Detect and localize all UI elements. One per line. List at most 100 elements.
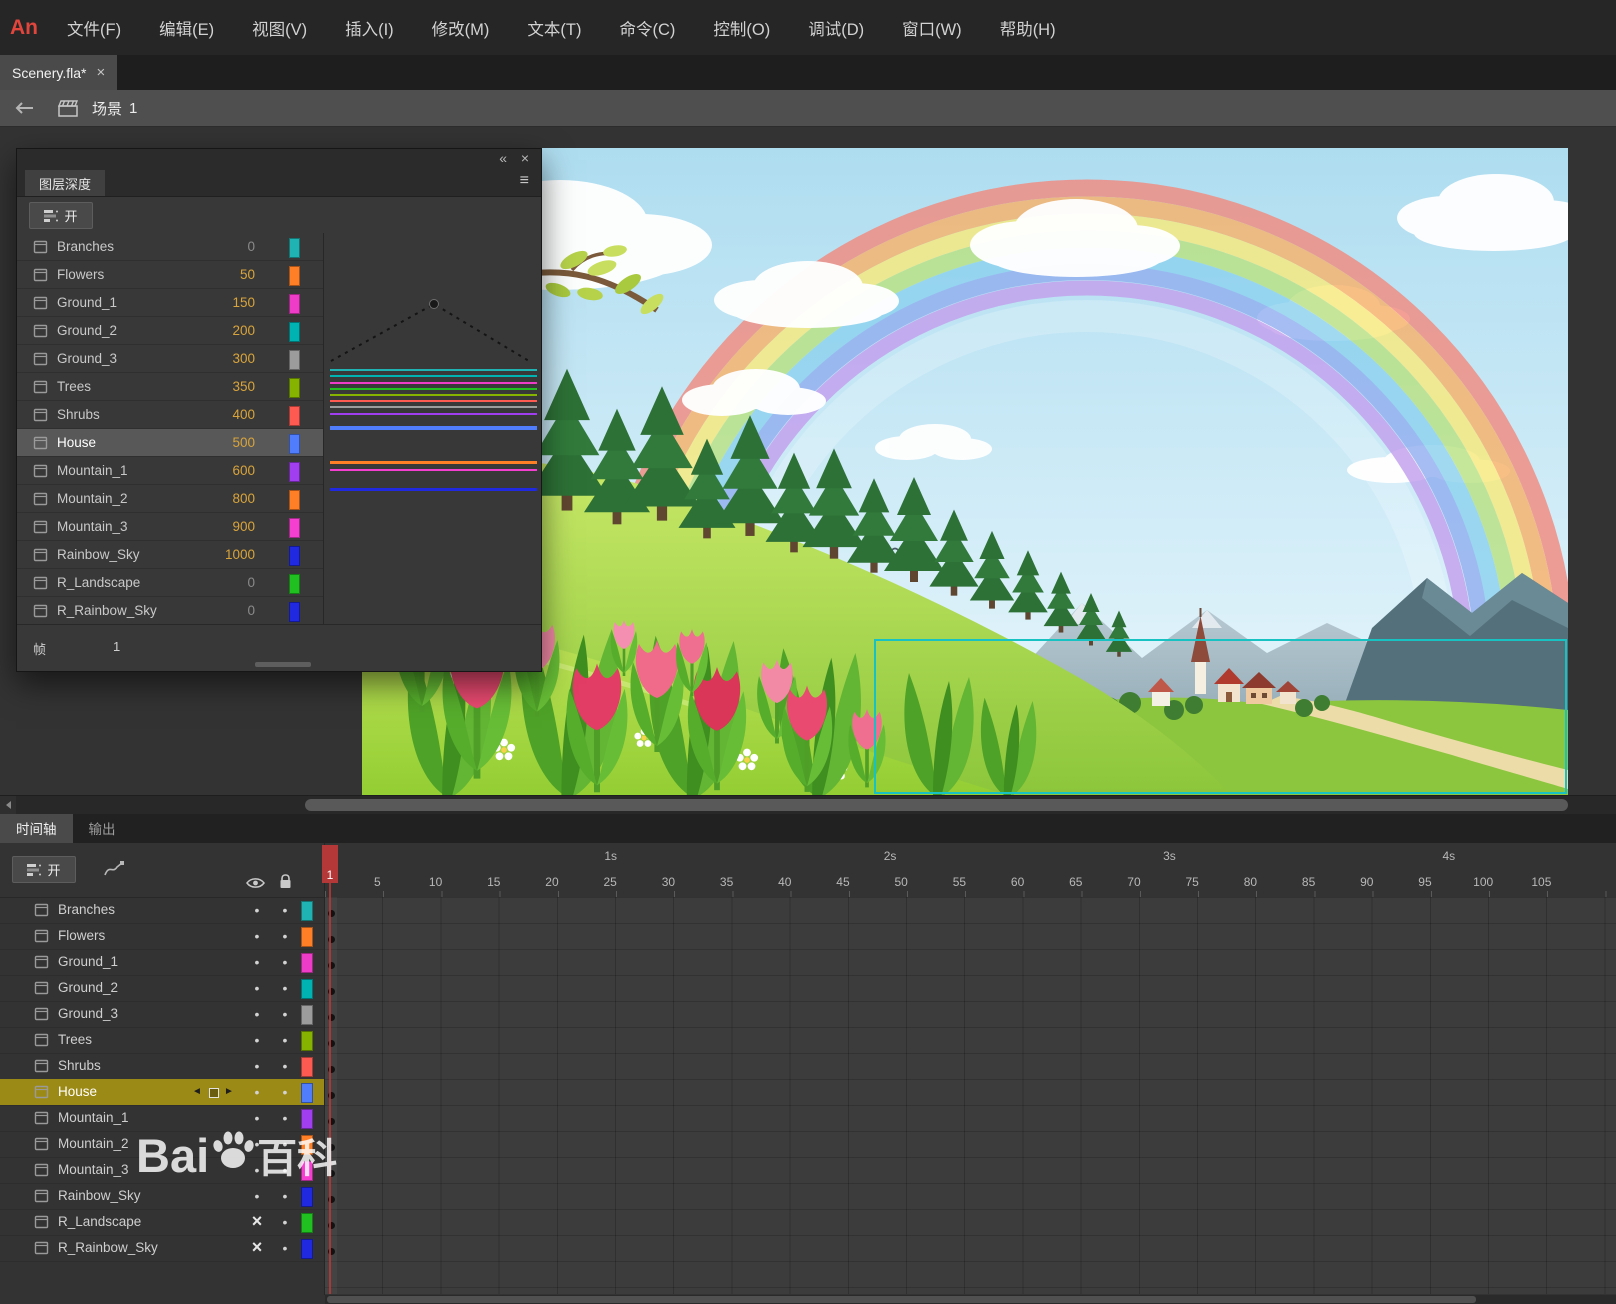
- collapse-panel-icon[interactable]: «: [499, 150, 507, 166]
- close-icon[interactable]: ×: [96, 64, 105, 81]
- stage-canvas[interactable]: [362, 148, 1568, 795]
- layer-lock-toggle[interactable]: •: [277, 1157, 293, 1183]
- layer-color-swatch[interactable]: [301, 953, 313, 973]
- layer-color-swatch[interactable]: [301, 1239, 313, 1259]
- layer-name-cell[interactable]: Mountain_3 ◄ ► • •: [0, 1157, 325, 1184]
- close-icon[interactable]: ×: [521, 150, 529, 166]
- layer-visibility-toggle[interactable]: ×: [249, 1235, 265, 1260]
- layer-name-cell[interactable]: Shrubs ◄ ► • •: [0, 1053, 325, 1080]
- layer-color-swatch[interactable]: [289, 294, 300, 314]
- layer-visibility-toggle[interactable]: •: [249, 975, 265, 1001]
- layer-name-cell[interactable]: Ground_2 ◄ ► • •: [0, 975, 325, 1002]
- panel-menu-icon[interactable]: ≡: [520, 172, 529, 190]
- depth-layer-row[interactable]: Ground_1 150: [17, 289, 323, 317]
- timeline-layer-row[interactable]: Ground_2 ◄ ► • •: [0, 975, 1616, 1001]
- timeline-tab[interactable]: 时间轴: [0, 813, 73, 843]
- layer-color-swatch[interactable]: [289, 434, 300, 454]
- scroll-left-button[interactable]: [0, 796, 16, 814]
- menu-item[interactable]: 文本(T): [508, 16, 600, 40]
- timeline-layer-row[interactable]: R_Landscape ◄ ► × •: [0, 1209, 1616, 1235]
- layer-visibility-toggle[interactable]: •: [249, 1183, 265, 1209]
- menu-item[interactable]: 编辑(E): [140, 16, 233, 40]
- layer-color-swatch[interactable]: [301, 1083, 313, 1103]
- layer-color-swatch[interactable]: [289, 322, 300, 342]
- layer-name-cell[interactable]: R_Landscape ◄ ► × •: [0, 1209, 325, 1236]
- layer-color-swatch[interactable]: [289, 406, 300, 426]
- tab-layer-depth[interactable]: 图层深度: [25, 170, 105, 196]
- layer-depth-value[interactable]: 200: [165, 317, 255, 344]
- layer-visibility-toggle[interactable]: ×: [249, 1209, 265, 1234]
- layer-visibility-toggle[interactable]: •: [249, 923, 265, 949]
- layer-lock-toggle[interactable]: •: [277, 1079, 293, 1105]
- layer-depth-value[interactable]: 50: [165, 261, 255, 288]
- menu-item[interactable]: 帮助(H): [981, 16, 1075, 40]
- depth-layer-row[interactable]: Branches 0: [17, 233, 323, 261]
- layer-color-swatch[interactable]: [301, 1161, 313, 1181]
- menu-item[interactable]: 调试(D): [789, 16, 883, 40]
- timeline-layer-row[interactable]: Mountain_2 ◄ ► • •: [0, 1131, 1616, 1157]
- layer-visibility-toggle[interactable]: •: [249, 1079, 265, 1105]
- depth-layer-row[interactable]: Ground_2 200: [17, 317, 323, 345]
- layer-lock-toggle[interactable]: •: [277, 1105, 293, 1131]
- layer-color-swatch[interactable]: [289, 266, 300, 286]
- menu-item[interactable]: 控制(O): [694, 16, 789, 40]
- back-icon[interactable]: [14, 101, 34, 115]
- layer-name-cell[interactable]: Mountain_1 ◄ ► • •: [0, 1105, 325, 1132]
- layer-lock-toggle[interactable]: •: [277, 949, 293, 975]
- layer-visibility-toggle[interactable]: •: [249, 1157, 265, 1183]
- playhead-line[interactable]: [329, 883, 331, 1294]
- layer-name-cell[interactable]: Ground_1 ◄ ► • •: [0, 949, 325, 976]
- timeline-layer-row[interactable]: Rainbow_Sky ◄ ► • •: [0, 1183, 1616, 1209]
- layer-color-swatch[interactable]: [301, 927, 313, 947]
- layer-color-swatch[interactable]: [289, 238, 300, 258]
- layer-lock-toggle[interactable]: •: [277, 1235, 293, 1261]
- timeline-layer-row[interactable]: Mountain_3 ◄ ► • •: [0, 1157, 1616, 1183]
- layer-depth-value[interactable]: 400: [165, 401, 255, 428]
- layer-depth-value[interactable]: 900: [165, 513, 255, 540]
- layer-name-cell[interactable]: Branches ◄ ► • •: [0, 897, 325, 924]
- timeline-ruler[interactable]: 1s2s3s4s 5101520253035404550556065707580…: [325, 843, 1616, 897]
- menu-item[interactable]: 窗口(W): [883, 16, 981, 40]
- layer-lock-toggle[interactable]: •: [277, 1001, 293, 1027]
- depth-layer-row[interactable]: Shrubs 400: [17, 401, 323, 429]
- document-tab[interactable]: Scenery.fla* ×: [0, 55, 117, 90]
- depth-layer-row[interactable]: Trees 350: [17, 373, 323, 401]
- layer-lock-toggle[interactable]: •: [277, 923, 293, 949]
- depth-on-toggle[interactable]: 开: [29, 202, 93, 229]
- scrollbar-thumb[interactable]: [327, 1296, 1476, 1303]
- layer-color-swatch[interactable]: [301, 901, 313, 921]
- layer-visibility-toggle[interactable]: •: [249, 1131, 265, 1157]
- prev-keyframe-icon[interactable]: ◄: [192, 1079, 202, 1105]
- layer-depth-value[interactable]: 500: [165, 429, 255, 456]
- tween-marker[interactable]: [209, 1088, 219, 1098]
- layer-visibility-toggle[interactable]: •: [249, 1053, 265, 1079]
- depth-layer-row[interactable]: Flowers 50: [17, 261, 323, 289]
- layer-depth-value[interactable]: 600: [165, 457, 255, 484]
- lock-all-icon[interactable]: [279, 874, 292, 889]
- layer-lock-toggle[interactable]: •: [277, 975, 293, 1001]
- timeline-horizontal-scrollbar[interactable]: [325, 1295, 1616, 1304]
- timeline-layer-row[interactable]: Branches ◄ ► • •: [0, 897, 1616, 923]
- layer-depth-value[interactable]: 350: [165, 373, 255, 400]
- scrollbar-thumb[interactable]: [305, 799, 1568, 811]
- layer-name-cell[interactable]: Ground_3 ◄ ► • •: [0, 1001, 325, 1028]
- layer-color-swatch[interactable]: [289, 490, 300, 510]
- show-hide-all-icon[interactable]: [246, 877, 265, 889]
- timeline-depth-toggle[interactable]: 开: [12, 856, 76, 883]
- layer-visibility-toggle[interactable]: •: [249, 1105, 265, 1131]
- layer-lock-toggle[interactable]: •: [277, 897, 293, 923]
- timeline-layer-row[interactable]: Shrubs ◄ ► • •: [0, 1053, 1616, 1079]
- timeline-layer-row[interactable]: Ground_3 ◄ ► • •: [0, 1001, 1616, 1027]
- timeline-layer-row[interactable]: House ◄ ► • •: [0, 1079, 1616, 1105]
- timeline-tab[interactable]: 输出: [73, 813, 132, 843]
- layer-color-swatch[interactable]: [301, 1135, 313, 1155]
- layer-depth-value[interactable]: 1000: [165, 541, 255, 568]
- playhead-handle[interactable]: 1: [322, 845, 338, 883]
- layer-name-cell[interactable]: Rainbow_Sky ◄ ► • •: [0, 1183, 325, 1210]
- depth-layer-row[interactable]: House 500: [17, 429, 323, 457]
- depth-layer-row[interactable]: R_Landscape 0: [17, 569, 323, 597]
- depth-layer-row[interactable]: Ground_3 300: [17, 345, 323, 373]
- depth-layer-row[interactable]: Mountain_1 600: [17, 457, 323, 485]
- frame-graph-icon[interactable]: [104, 861, 124, 877]
- layer-visibility-toggle[interactable]: •: [249, 949, 265, 975]
